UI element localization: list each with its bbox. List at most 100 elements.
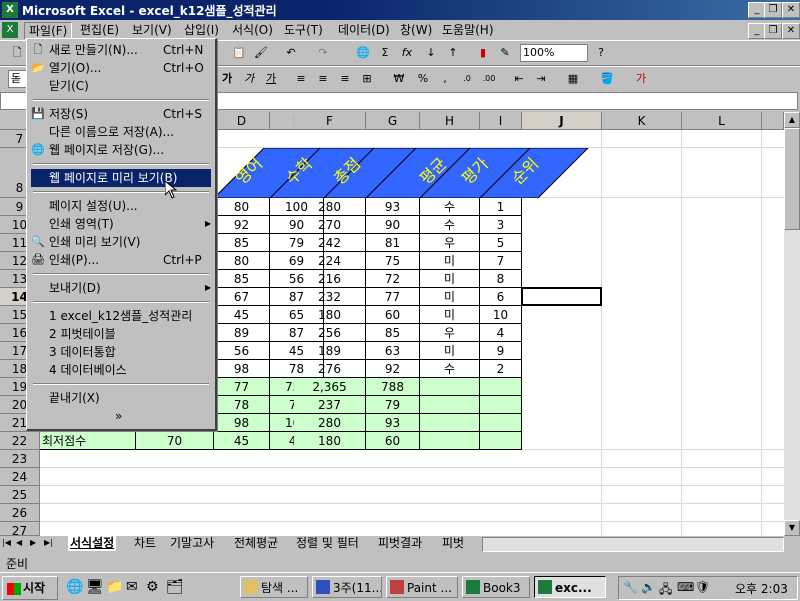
active-cell-j14[interactable] [521,287,602,306]
menu-save-web[interactable]: 🌐 웹 페이지로 저장(G)... [31,141,211,159]
menu-window[interactable]: 창(W) [396,22,436,38]
tab-first-icon[interactable]: |◀ [2,538,11,547]
task-book3[interactable]: Book3 [462,576,530,598]
table-cell[interactable]: 89 [214,324,270,342]
font-name-combo[interactable]: 돋 [8,70,28,88]
menu-recent-4[interactable]: 4 데이터베이스 [31,361,211,379]
sort-asc-icon[interactable]: ↓ [422,44,440,62]
function-icon[interactable]: fx [398,44,416,62]
table-cell[interactable]: 280 [294,198,366,216]
align-right-icon[interactable]: ≡ [336,70,354,88]
quicklaunch-desktop-icon[interactable]: 🖥 [86,579,104,595]
column-header-k[interactable]: K [602,112,682,130]
summary-cell[interactable]: 60 [366,432,420,450]
table-cell[interactable]: 미 [420,270,480,288]
table-cell[interactable]: 수 [420,216,480,234]
row-header-26[interactable]: 26 [0,504,40,522]
column-header-g[interactable]: G [366,112,420,130]
tab-chart[interactable]: 차트 [132,536,158,551]
quicklaunch-explorer-icon[interactable]: 📁 [106,579,123,595]
quicklaunch-app2-icon[interactable]: 🗂 [166,579,184,595]
menu-format[interactable]: 서식(O) [228,22,277,38]
menu-save[interactable]: 💾 저장(S) Ctrl+S [31,105,211,123]
row-header-24[interactable]: 24 [0,468,40,486]
percent-icon[interactable]: % [414,70,432,88]
summary-cell[interactable]: 93 [366,414,420,432]
table-cell[interactable]: 80 [214,252,270,270]
menu-new[interactable]: 🗋 새로 만들기(N)... Ctrl+N [31,41,211,59]
tab-prev-icon[interactable]: ◀ [16,538,22,547]
borders-icon[interactable]: ▦ [564,70,582,88]
underline-icon[interactable]: 가 [262,70,280,88]
menu-edit[interactable]: 편집(E) [76,22,123,38]
increase-indent-icon[interactable]: ⇥ [532,70,550,88]
zoom-combo[interactable]: 100% [520,44,588,62]
summary-cell[interactable]: 77 [214,378,270,396]
summary-cell[interactable] [420,396,480,414]
summary-cell[interactable]: 180 [294,432,366,450]
menu-print-preview[interactable]: 🔍 인쇄 미리 보기(V) [31,233,211,251]
new-icon[interactable]: 🗋 [8,44,26,62]
scroll-thumb[interactable] [784,128,800,230]
fill-color-icon[interactable]: 🪣 [598,70,616,88]
table-cell[interactable]: 2 [480,360,522,378]
summary-cell[interactable]: 45 [214,432,270,450]
table-cell[interactable]: 90 [366,216,420,234]
summary-cell[interactable] [480,414,522,432]
menu-recent-1[interactable]: 1 excel_k12샘플_성적관리 [31,307,211,325]
tab-final-exam[interactable]: 기말고사 [168,536,216,551]
summary-cell[interactable]: 70 [136,432,214,450]
clock[interactable]: 오후 2:03 [735,580,788,597]
row-header-23[interactable]: 23 [0,450,40,468]
hyperlink-icon[interactable]: 🌐 [354,44,372,62]
chart-wizard-icon[interactable]: ▮ [474,44,492,62]
column-header-l[interactable]: L [682,112,762,130]
decrease-decimal-icon[interactable]: .00 [480,70,498,88]
tab-pivot[interactable]: 피벗 [440,536,466,551]
table-cell[interactable]: 45 [214,306,270,324]
vertical-scrollbar[interactable]: ▲ ▼ [784,112,800,536]
table-cell[interactable]: 72 [366,270,420,288]
table-cell[interactable]: 미 [420,288,480,306]
column-header-f[interactable]: F [294,112,366,130]
table-cell[interactable]: 우 [420,234,480,252]
menu-print[interactable]: 🖨 인쇄(P)... Ctrl+P [31,251,211,269]
excel-app-icon[interactable]: X [2,2,18,18]
table-cell[interactable]: 232 [294,288,366,306]
table-cell[interactable]: 224 [294,252,366,270]
table-cell[interactable]: 9 [480,342,522,360]
autosum-icon[interactable]: Σ [376,44,394,62]
summary-label[interactable]: 최저점수 [40,432,136,450]
menu-close[interactable]: 닫기(C) [31,77,211,95]
workbook-icon[interactable]: X [2,22,18,38]
table-cell[interactable]: 7 [480,252,522,270]
tab-pivot-result[interactable]: 피벗결과 [376,536,424,551]
menu-open[interactable]: 📂 열기(O)... Ctrl+O [31,59,211,77]
table-cell[interactable]: 67 [214,288,270,306]
decrease-indent-icon[interactable]: ⇤ [510,70,528,88]
paste-icon[interactable]: 📋 [230,44,248,62]
table-cell[interactable]: 92 [366,360,420,378]
table-cell[interactable]: 242 [294,234,366,252]
merge-center-icon[interactable]: ⊞ [358,70,376,88]
column-header-j[interactable]: J [522,112,602,130]
align-center-icon[interactable]: ≡ [314,70,332,88]
menu-save-as[interactable]: 다른 이름으로 저장(A)... [31,123,211,141]
undo-icon[interactable]: ↶ [282,44,300,62]
table-cell[interactable]: 미 [420,342,480,360]
table-cell[interactable]: 75 [366,252,420,270]
table-cell[interactable]: 77 [366,288,420,306]
column-header-d[interactable]: D [214,112,270,130]
table-cell[interactable]: 63 [366,342,420,360]
row-header-22[interactable]: 22 [0,432,40,450]
tray-icon-3[interactable]: 🖧 [659,580,672,601]
table-cell[interactable]: 10 [480,306,522,324]
summary-cell[interactable]: 78 [214,396,270,414]
quicklaunch-ie-icon[interactable]: 🌐 [66,579,83,595]
table-cell[interactable]: 우 [420,324,480,342]
summary-cell[interactable] [420,414,480,432]
quicklaunch-outlook-icon[interactable]: ✉ [126,579,138,595]
bold-icon[interactable]: 가 [218,70,236,88]
scroll-up-button[interactable]: ▲ [784,112,800,128]
table-cell[interactable]: 8 [480,270,522,288]
